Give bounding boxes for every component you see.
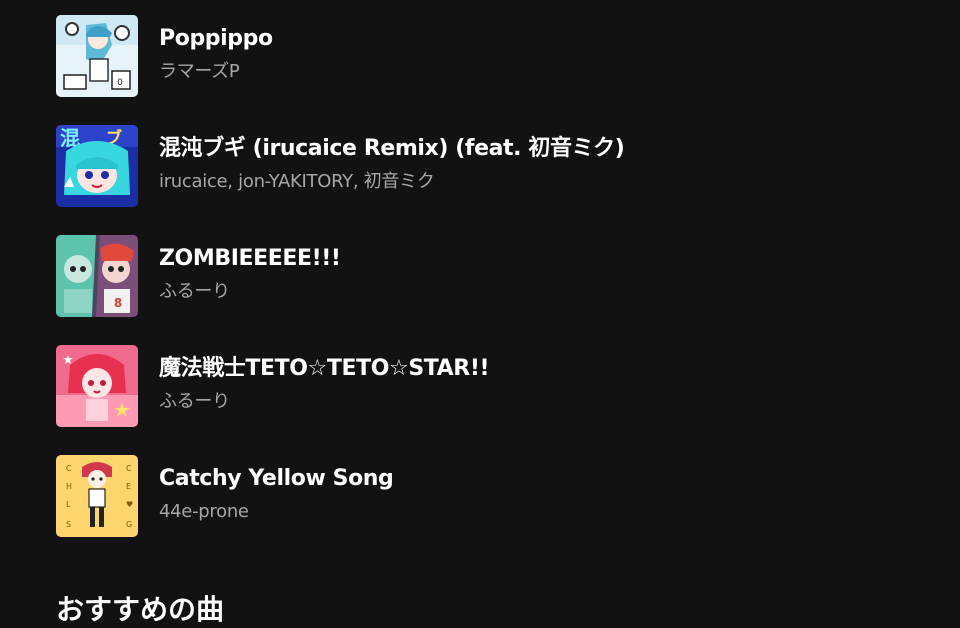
- zombie-cover-art[interactable]: 8: [56, 235, 138, 317]
- track-artist[interactable]: irucaice, jon-YAKITORY, 初音ミク: [159, 170, 624, 194]
- track-title[interactable]: ZOMBIEEEEE!!!: [159, 244, 341, 274]
- svg-text:S: S: [66, 520, 71, 529]
- track-row[interactable]: 混 ブ 混沌ブギ (irucaice Remix) (feat. 初音ミク) i…: [56, 125, 916, 207]
- teto-star-cover-art[interactable]: [56, 345, 138, 427]
- track-artist[interactable]: 44e-prone: [159, 500, 393, 524]
- track-row[interactable]: 0 Poppippo ラマーズP: [56, 15, 916, 97]
- track-title[interactable]: Poppippo: [159, 24, 273, 54]
- konton-boogie-cover-art[interactable]: 混 ブ: [56, 125, 138, 207]
- track-artist[interactable]: ふるーり: [159, 390, 489, 414]
- track-artist[interactable]: ラマーズP: [159, 60, 273, 84]
- svg-text:E: E: [126, 482, 131, 491]
- svg-text:L: L: [66, 500, 71, 509]
- track-title[interactable]: 魔法戦士TETO☆TETO☆STAR!!: [159, 354, 490, 384]
- catchy-yellow-cover-art[interactable]: C C H E L ♥ S G: [56, 455, 138, 537]
- track-title[interactable]: 混沌ブギ (irucaice Remix) (feat. 初音ミク): [159, 134, 625, 164]
- track-info: Catchy Yellow Song 44e-prone: [159, 455, 394, 524]
- track-info: 混沌ブギ (irucaice Remix) (feat. 初音ミク) iruca…: [159, 125, 625, 194]
- svg-text:H: H: [66, 482, 72, 491]
- section-title-recommended: おすすめの曲: [56, 593, 225, 626]
- svg-text:0: 0: [117, 78, 123, 88]
- track-info: ZOMBIEEEEE!!! ふるーり: [159, 235, 341, 304]
- svg-text:8: 8: [114, 296, 122, 310]
- svg-text:G: G: [126, 520, 132, 529]
- track-info: 魔法戦士TETO☆TETO☆STAR!! ふるーり: [159, 345, 490, 414]
- svg-text:♥: ♥: [126, 500, 133, 509]
- track-row[interactable]: C C H E L ♥ S G Catchy Yellow Song 44e-p…: [56, 455, 916, 537]
- track-list: 0 Poppippo ラマーズP 混 ブ 混沌ブギ (irucaice Remi…: [56, 15, 916, 565]
- track-row[interactable]: 8 ZOMBIEEEEE!!! ふるーり: [56, 235, 916, 317]
- svg-text:C: C: [66, 464, 72, 473]
- poppippo-cover-art[interactable]: 0: [56, 15, 138, 97]
- track-artist[interactable]: ふるーり: [159, 280, 341, 304]
- track-info: Poppippo ラマーズP: [159, 15, 273, 84]
- svg-text:C: C: [126, 464, 132, 473]
- track-row[interactable]: 魔法戦士TETO☆TETO☆STAR!! ふるーり: [56, 345, 916, 427]
- track-title[interactable]: Catchy Yellow Song: [159, 464, 394, 494]
